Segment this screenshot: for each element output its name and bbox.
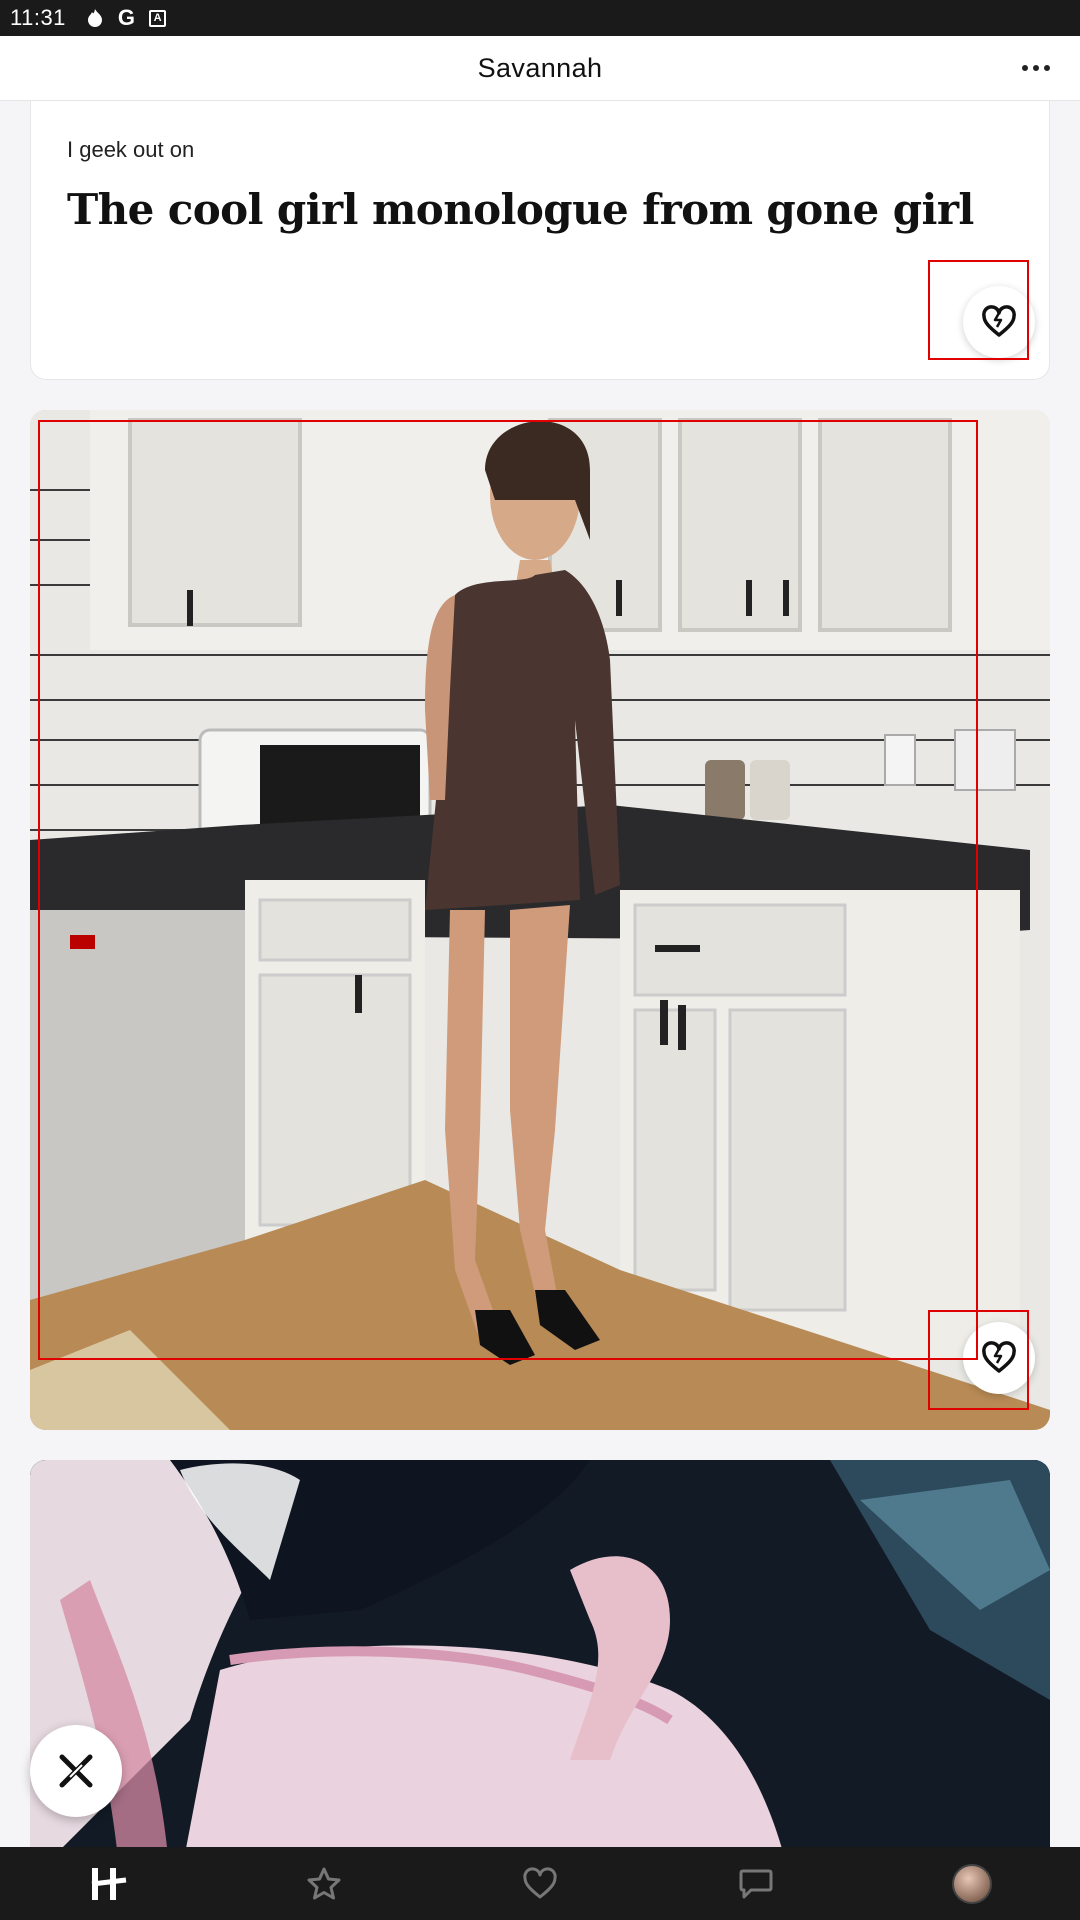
- star-icon: [307, 1867, 341, 1899]
- a-box-icon: A: [149, 9, 167, 27]
- hinge-logo-icon: [91, 1867, 127, 1900]
- nav-likes[interactable]: [500, 1854, 580, 1914]
- profile-header: Savannah: [0, 36, 1080, 101]
- like-prompt-button[interactable]: [963, 286, 1035, 358]
- google-icon: G: [117, 5, 136, 30]
- nav-discover[interactable]: [68, 1854, 148, 1914]
- chat-bubble-icon: [739, 1869, 773, 1898]
- profile-photo-2[interactable]: [30, 1460, 1050, 1847]
- more-dots-icon[interactable]: [1014, 50, 1058, 86]
- heart-icon: [982, 1341, 1016, 1373]
- profile-photo-1[interactable]: [30, 410, 1050, 1430]
- profile-feed[interactable]: I geek out on The cool girl monologue fr…: [0, 101, 1080, 1847]
- kitchen-photo: [30, 410, 1050, 1430]
- avatar: [952, 1863, 992, 1904]
- skip-button[interactable]: [30, 1725, 122, 1817]
- nav-standouts[interactable]: [284, 1854, 364, 1914]
- nav-profile[interactable]: [932, 1854, 1012, 1914]
- like-photo-button[interactable]: [963, 1322, 1035, 1394]
- fire-icon: [86, 8, 104, 28]
- profile-name: Savannah: [477, 52, 603, 83]
- prompt-card: I geek out on The cool girl monologue fr…: [30, 101, 1050, 380]
- heart-icon: [523, 1866, 557, 1898]
- status-time: 11:31: [10, 5, 66, 30]
- bottom-nav: [0, 1847, 1080, 1920]
- heart-icon: [982, 305, 1016, 337]
- status-bar: 11:31 G A: [0, 0, 1080, 36]
- prompt-answer: The cool girl monologue from gone girl: [67, 185, 974, 234]
- close-x-icon: [59, 1754, 93, 1788]
- second-photo: [30, 1460, 1050, 1847]
- status-icons: G A: [86, 5, 167, 31]
- prompt-question: I geek out on: [67, 137, 195, 162]
- nav-matches[interactable]: [716, 1854, 796, 1914]
